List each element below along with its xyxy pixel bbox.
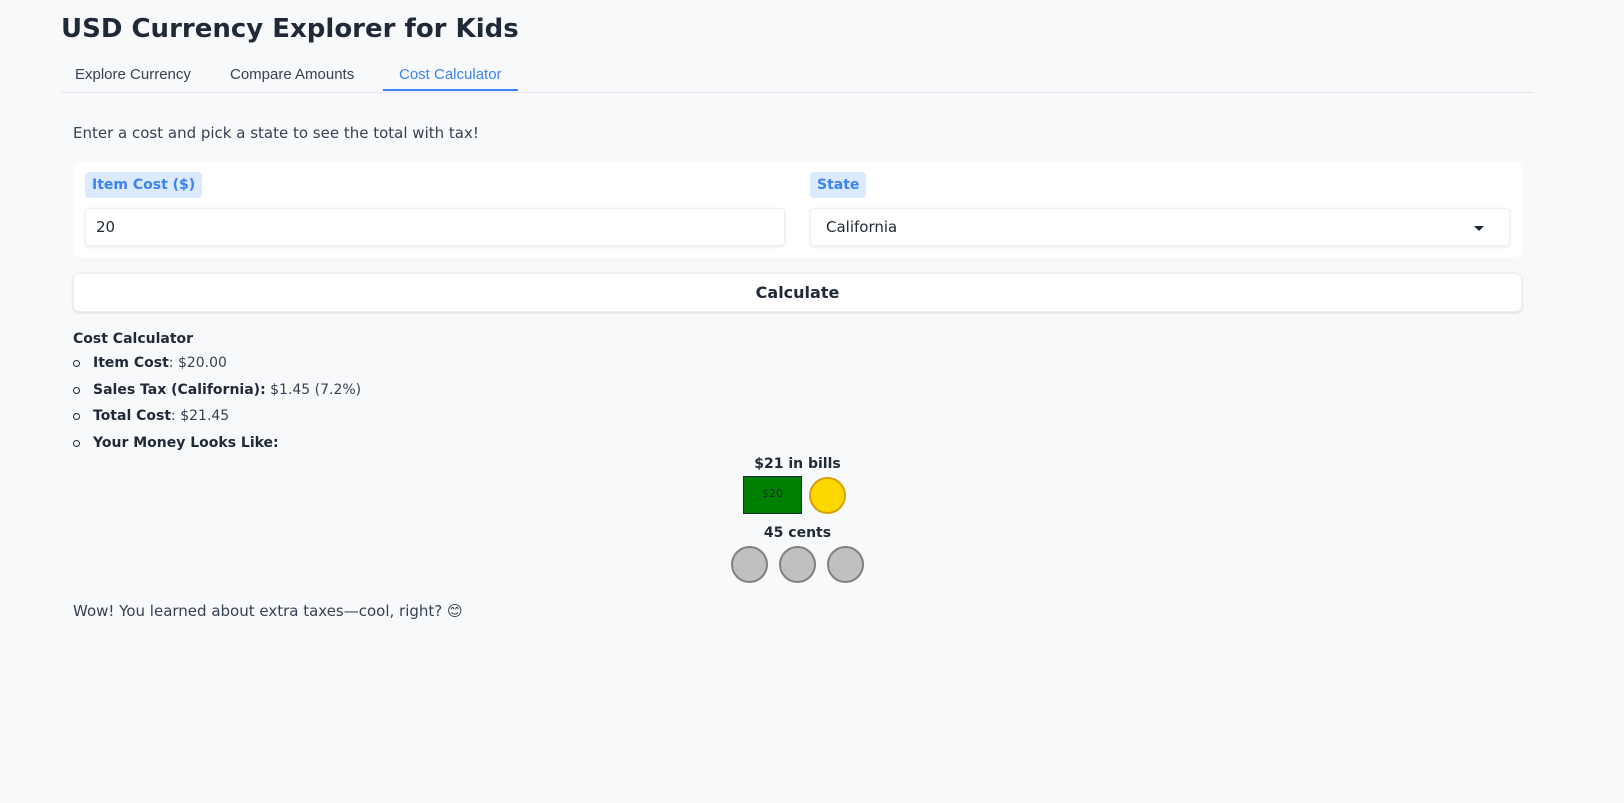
result-label: Total Cost (93, 408, 172, 424)
intro-text: Enter a cost and pick a state to see the… (73, 124, 479, 142)
result-item-money-looks-like: Your Money Looks Like: (73, 430, 361, 457)
result-label: Your Money Looks Like: (93, 434, 279, 451)
quarter-coin (779, 546, 816, 583)
bills-title: $21 in bills (754, 456, 841, 472)
bullet-icon (73, 439, 80, 447)
bullet-icon (73, 386, 80, 394)
tab-explore-currency[interactable]: Explore Currency (75, 56, 191, 91)
result-item-item-cost: Item Cost: $20.00 (73, 350, 361, 377)
result-label: Item Cost (93, 355, 169, 371)
closing-message: Wow! You learned about extra taxes—cool,… (73, 602, 463, 620)
calculator-form: Item Cost ($) 20 State California (73, 162, 1522, 257)
result-label: Sales Tax (California): (93, 381, 266, 398)
item-cost-field: Item Cost ($) 20 (85, 172, 785, 246)
result-list: Item Cost: $20.00 Sales Tax (California)… (73, 350, 361, 456)
bullet-icon (73, 360, 80, 367)
tab-compare-amounts[interactable]: Compare Amounts (230, 56, 354, 91)
calculate-button[interactable]: Calculate (73, 273, 1522, 312)
result-item-total-cost: Total Cost: $21.45 (73, 403, 361, 430)
quarter-coin (827, 546, 864, 583)
tab-cost-calculator[interactable]: Cost Calculator (383, 56, 518, 91)
chevron-down-icon (1474, 226, 1484, 231)
result-value: $1.45 (7.2%) (270, 381, 362, 398)
dollar-coin (809, 477, 846, 514)
state-label: State (810, 172, 867, 198)
result-separator: : (171, 408, 181, 424)
bullet-icon (73, 413, 80, 420)
cents-title: 45 cents (763, 525, 832, 541)
page-title: USD Currency Explorer for Kids (61, 14, 519, 44)
item-cost-label: Item Cost ($) (85, 172, 203, 198)
twenty-dollar-bill: $20 (743, 476, 802, 514)
result-separator: : (168, 355, 178, 371)
result-value: $20.00 (177, 355, 227, 371)
state-select[interactable]: California (810, 208, 1510, 246)
result-item-sales-tax: Sales Tax (California): $1.45 (7.2%) (73, 377, 361, 404)
state-field: State California (810, 172, 1510, 246)
quarter-coin (731, 546, 768, 583)
result-value: $21.45 (180, 408, 230, 424)
item-cost-input[interactable]: 20 (85, 208, 785, 246)
state-selected-value: California (826, 218, 898, 236)
tab-bar: Explore Currency Compare Amounts Cost Ca… (61, 56, 1533, 93)
result-heading: Cost Calculator (73, 331, 194, 347)
